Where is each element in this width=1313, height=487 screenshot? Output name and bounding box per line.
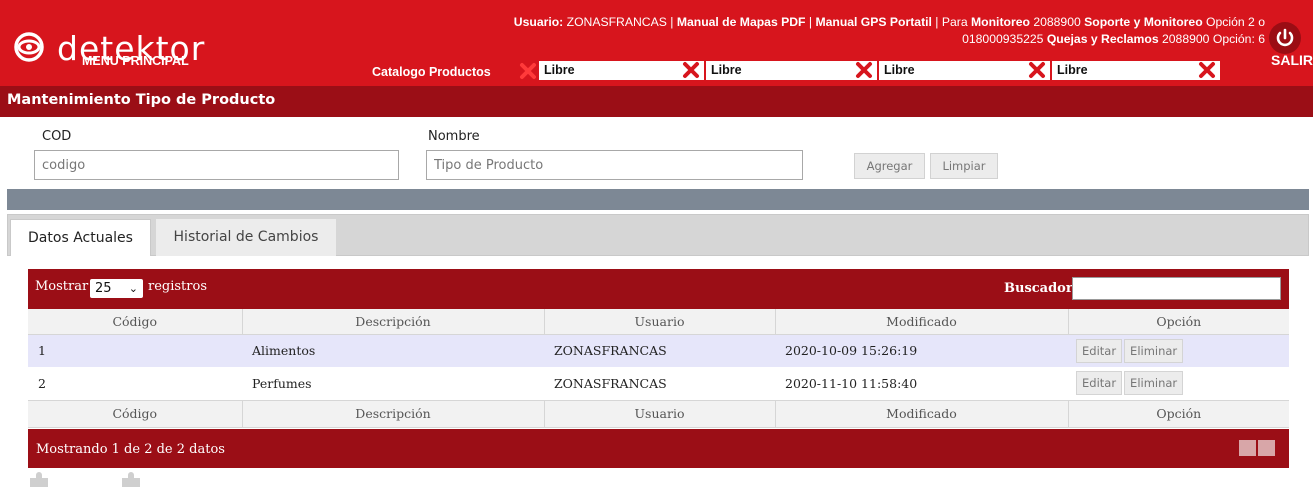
usuario-cell: ZONASFRANCAS xyxy=(544,334,775,367)
column-footer: Descripción xyxy=(242,399,545,428)
close-icon[interactable] xyxy=(855,61,873,79)
table-row[interactable]: 2 Perfumes ZONASFRANCAS 2020-11-10 11:58… xyxy=(28,367,1289,400)
tab-datos-actuales[interactable]: Datos Actuales xyxy=(10,219,151,256)
opcion-cell: Editar Eliminar xyxy=(1068,334,1289,367)
chevron-down-icon: ⌄ xyxy=(128,282,138,295)
edit-button[interactable]: Editar xyxy=(1076,371,1123,396)
slot-label: Libre xyxy=(884,63,915,77)
table-footer-row: Código Descripción Usuario Modificado Op… xyxy=(28,399,1289,428)
cod-input[interactable] xyxy=(34,150,399,180)
column-footer: Usuario xyxy=(544,399,776,428)
table-header-row: Código Descripción Usuario Modificado Op… xyxy=(28,309,1289,335)
top-header: detektor MENU PRINCIPAL Usuario: ZONASFR… xyxy=(0,0,1313,86)
tab-slot-3[interactable]: Libre xyxy=(879,61,1050,80)
agregar-button[interactable]: Agregar xyxy=(854,153,925,179)
slot-label: Libre xyxy=(711,63,742,77)
close-icon[interactable] xyxy=(519,62,537,80)
table-row[interactable]: 1 Alimentos ZONASFRANCAS 2020-10-09 15:2… xyxy=(28,334,1289,367)
power-icon xyxy=(1276,28,1294,47)
column-header[interactable]: Descripción xyxy=(242,309,545,335)
buscador-label: Buscador: xyxy=(1004,281,1078,296)
manual-mapas-link[interactable]: Manual de Mapas PDF xyxy=(677,15,806,29)
data-table: Código Descripción Usuario Modificado Op… xyxy=(28,309,1289,428)
nombre-input[interactable] xyxy=(426,150,803,180)
edit-button[interactable]: Editar xyxy=(1076,338,1123,363)
tab-slot-2[interactable]: Libre xyxy=(706,61,877,80)
user-info-line: Usuario: ZONASFRANCAS | Manual de Mapas … xyxy=(513,15,1265,46)
search-input[interactable] xyxy=(1072,277,1281,300)
soporte-label: Soporte y Monitoreo xyxy=(1084,15,1203,29)
monitoreo-label: Monitoreo xyxy=(971,15,1030,29)
table-footer: Mostrando 1 de 2 de 2 datos xyxy=(28,429,1289,468)
tab-catalogo-productos[interactable]: Catalogo Productos xyxy=(372,65,491,79)
column-footer: Modificado xyxy=(775,399,1069,428)
showing-info: Mostrando 1 de 2 de 2 datos xyxy=(36,442,225,457)
usuario-value: ZONASFRANCAS xyxy=(566,15,667,29)
descripcion-cell: Perfumes xyxy=(242,367,544,400)
page-title: Mantenimiento Tipo de Producto xyxy=(7,92,276,108)
tab-slot-4[interactable]: Libre xyxy=(1052,61,1220,80)
delete-button[interactable]: Eliminar xyxy=(1124,338,1184,363)
quejas-tail: 2088900 Opción: 6 xyxy=(1162,32,1265,46)
divider-bar xyxy=(7,189,1309,210)
usuario-cell: ZONASFRANCAS xyxy=(544,367,775,400)
column-header[interactable]: Opción xyxy=(1068,309,1289,335)
opcion-cell: Editar Eliminar xyxy=(1068,367,1289,400)
codigo-cell: 1 xyxy=(28,334,242,367)
registros-label: registros xyxy=(148,279,207,294)
manual-gps-link[interactable]: Manual GPS Portatil xyxy=(815,15,931,29)
codigo-cell: 2 xyxy=(28,367,242,400)
nombre-label: Nombre xyxy=(428,129,480,144)
modificado-cell: 2020-11-10 11:58:40 xyxy=(775,367,1068,400)
delete-button[interactable]: Eliminar xyxy=(1124,371,1184,396)
slot-label: Libre xyxy=(544,63,575,77)
close-icon[interactable] xyxy=(682,61,700,79)
section-header: Mantenimiento Tipo de Producto xyxy=(0,86,1313,117)
pagination-buttons[interactable] xyxy=(1239,440,1275,456)
modificado-cell: 2020-10-09 15:26:19 xyxy=(775,334,1068,367)
tab-slot-1[interactable]: Libre xyxy=(539,61,704,80)
para-text: Para xyxy=(941,15,968,29)
column-header[interactable]: Código xyxy=(28,309,243,335)
tab-historial-cambios[interactable]: Historial de Cambios xyxy=(156,219,336,256)
puzzle-icon[interactable] xyxy=(120,472,142,487)
limpiar-button[interactable]: Limpiar xyxy=(930,153,998,179)
quejas-label: Quejas y Reclamos xyxy=(1046,32,1159,46)
mostrar-label: Mostrar xyxy=(35,279,89,294)
usuario-label: Usuario: xyxy=(513,15,564,29)
descripcion-cell: Alimentos xyxy=(242,334,544,367)
page-size-value: 25 xyxy=(95,281,112,296)
cod-label: COD xyxy=(42,129,72,144)
salir-label[interactable]: SALIR xyxy=(1271,52,1313,68)
close-icon[interactable] xyxy=(1028,61,1046,79)
column-footer: Opción xyxy=(1068,399,1289,428)
column-header[interactable]: Modificado xyxy=(775,309,1069,335)
monitoreo-phone: 2088900 xyxy=(1033,15,1081,29)
logout-button[interactable] xyxy=(1269,22,1301,54)
column-footer: Código xyxy=(28,399,243,428)
table-toolbar: Mostrar 25 ⌄ registros Buscador: xyxy=(28,269,1289,309)
column-header[interactable]: Usuario xyxy=(544,309,776,335)
menu-principal-link[interactable]: MENU PRINCIPAL xyxy=(82,54,189,68)
slot-label: Libre xyxy=(1057,63,1088,77)
puzzle-icon[interactable] xyxy=(28,472,50,487)
eye-logo-icon xyxy=(14,32,44,62)
close-icon[interactable] xyxy=(1198,61,1216,79)
page-size-select[interactable]: 25 ⌄ xyxy=(90,279,143,298)
